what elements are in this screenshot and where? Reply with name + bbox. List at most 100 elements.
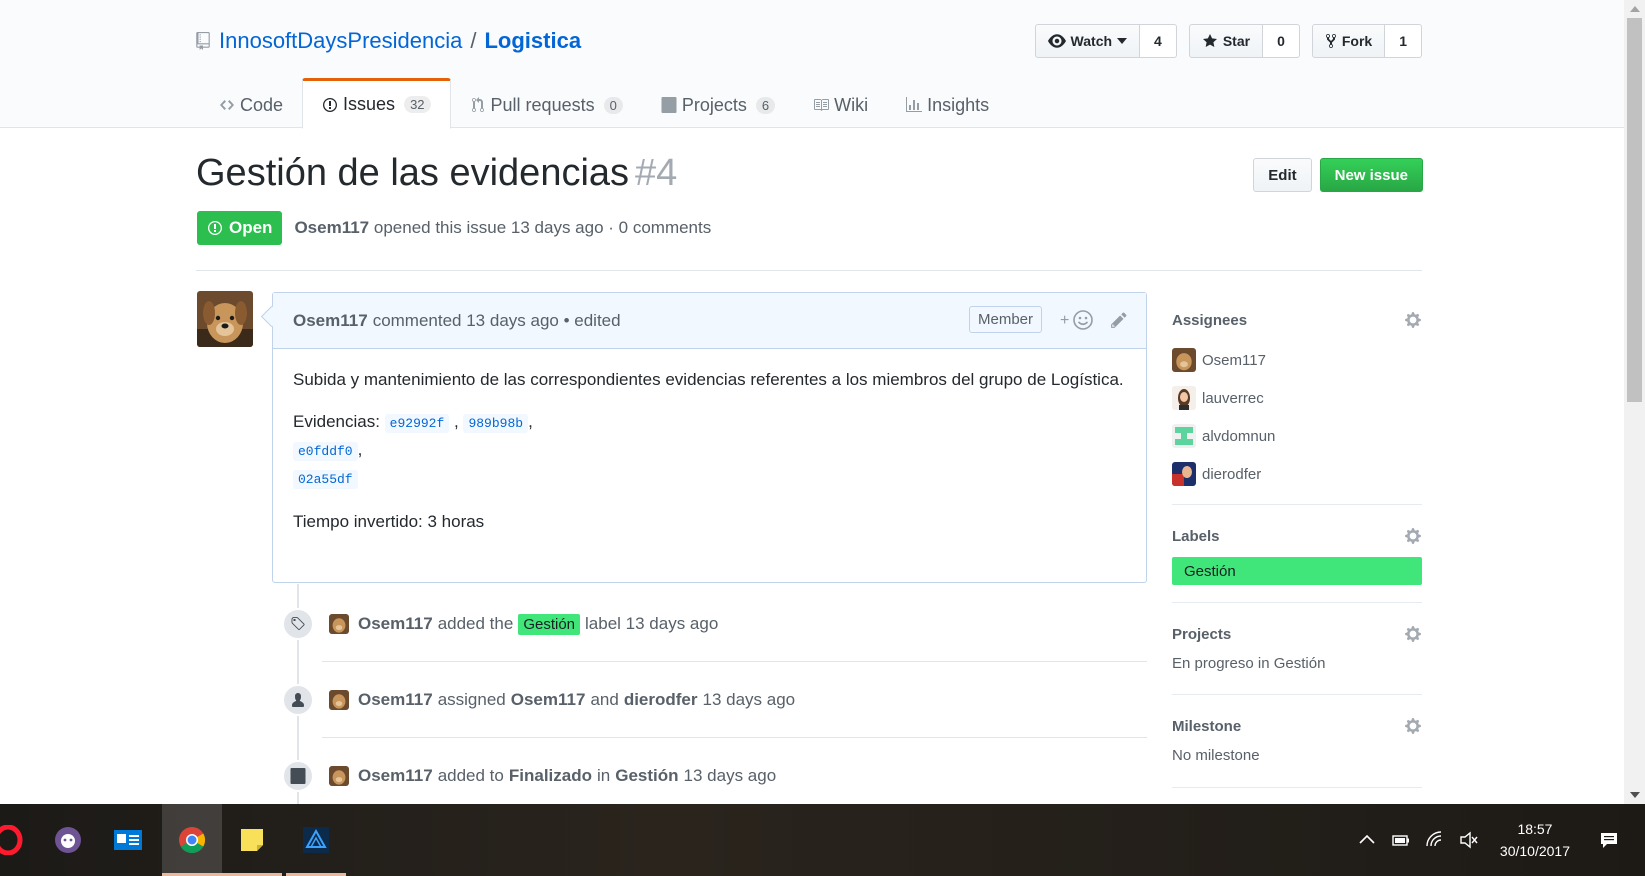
repo-icon: [196, 32, 210, 50]
assignee-name: lauverrec: [1202, 389, 1264, 407]
projects-heading: Projects: [1172, 625, 1422, 643]
assignee-item[interactable]: dierodfer: [1172, 455, 1422, 493]
watch-label: Watch: [1070, 33, 1113, 49]
avatar: [1172, 386, 1196, 410]
tab-code[interactable]: Code: [200, 78, 302, 129]
timeline-separator: [322, 661, 1147, 662]
commit-link[interactable]: 02a55df: [293, 468, 358, 489]
fork-count[interactable]: 1: [1385, 24, 1422, 58]
comment-header: Osem117 commented 13 days ago • edited M…: [273, 293, 1146, 349]
chevron-up-icon[interactable]: [1357, 830, 1377, 850]
assignee-item[interactable]: Osem117: [1172, 341, 1422, 379]
battery-icon[interactable]: [1391, 830, 1411, 850]
taskbar-opera[interactable]: [0, 804, 38, 876]
commit-link[interactable]: e0fddf0: [293, 440, 358, 461]
gear-icon[interactable]: [1404, 625, 1422, 643]
actor-link[interactable]: Osem117: [358, 766, 433, 786]
issue-opened-icon: [323, 97, 338, 112]
fork-group: Fork 1: [1311, 24, 1422, 58]
watch-group: Watch 4: [1034, 24, 1177, 58]
issue-author-link[interactable]: Osem117: [294, 218, 369, 237]
commit-link[interactable]: 989b98b: [463, 412, 529, 433]
pagehead-actions: Watch 4 Star 0 Fork 1: [1034, 24, 1422, 58]
tab-pull-requests[interactable]: Pull requests 0: [451, 78, 642, 129]
timeline-badge: [282, 760, 314, 792]
assignee-link[interactable]: dierodfer: [624, 690, 698, 710]
scroll-down-icon[interactable]: [1630, 792, 1640, 798]
sidebar-milestone: Milestone No milestone: [1172, 695, 1422, 788]
event-text: added the: [437, 614, 514, 633]
avatar[interactable]: [329, 614, 349, 634]
person-icon: [292, 693, 304, 707]
wifi-icon[interactable]: [1425, 830, 1445, 850]
tab-projects[interactable]: Projects 6: [642, 78, 794, 129]
taskbar-github-desktop[interactable]: [38, 804, 98, 876]
comment-paragraph: Subida y mantenimiento de las correspond…: [293, 370, 1124, 389]
assignee-link[interactable]: Osem117: [511, 690, 586, 710]
sidebar-projects: Projects En progreso in Gestión: [1172, 603, 1422, 695]
action-center-icon[interactable]: [1599, 830, 1619, 850]
actor-link[interactable]: Osem117: [358, 690, 433, 710]
repo-nav: Code Issues 32 Pull requests 0 Projects …: [200, 78, 1008, 129]
star-button[interactable]: Star: [1188, 24, 1264, 58]
svg-text:+: +: [1060, 312, 1069, 329]
chrome-icon: [179, 827, 206, 854]
taskbar-clock[interactable]: 18:57 30/10/2017: [1500, 818, 1570, 862]
taskbar-contacts[interactable]: [98, 804, 158, 876]
repo-owner-link[interactable]: InnosoftDaysPresidencia: [219, 28, 462, 54]
star-count[interactable]: 0: [1263, 24, 1300, 58]
pencil-icon[interactable]: [1110, 311, 1128, 329]
event-text: added to: [437, 766, 504, 785]
project-link[interactable]: Gestión: [615, 766, 678, 786]
assignee-item[interactable]: lauverrec: [1172, 379, 1422, 417]
label-gestion[interactable]: Gestión: [1172, 557, 1422, 585]
issues-counter: 32: [404, 96, 431, 113]
scroll-up-icon[interactable]: [1630, 6, 1640, 12]
gear-icon[interactable]: [1404, 311, 1422, 329]
event-time: 13 days ago: [702, 690, 796, 709]
graph-icon: [906, 97, 923, 112]
taskbar-sticky-notes[interactable]: [222, 804, 282, 876]
project-column-link[interactable]: Finalizado: [509, 766, 592, 786]
repo-name-link[interactable]: Logistica: [484, 28, 581, 54]
comment-meta[interactable]: commented 13 days ago • edited: [373, 311, 621, 331]
taskbar-chrome[interactable]: [162, 804, 222, 876]
code-icon: [220, 100, 234, 110]
fork-button[interactable]: Fork: [1311, 24, 1386, 58]
taskbar-app-blue[interactable]: [286, 804, 346, 876]
projects-counter: 6: [755, 96, 776, 114]
label-gestion[interactable]: Gestión: [518, 613, 581, 635]
commit-link[interactable]: e92992f: [384, 412, 450, 433]
star-icon: [1202, 34, 1217, 47]
watch-button[interactable]: Watch: [1034, 24, 1141, 58]
page-scrollbar[interactable]: [1624, 0, 1645, 804]
new-issue-button[interactable]: New issue: [1319, 158, 1423, 192]
avatar[interactable]: [329, 766, 349, 786]
tab-wiki[interactable]: Wiki: [794, 78, 887, 129]
actor-link[interactable]: Osem117: [358, 614, 433, 634]
watch-count[interactable]: 4: [1140, 24, 1177, 58]
assignee-item[interactable]: alvdomnun: [1172, 417, 1422, 455]
evidencias-paragraph: Evidencias: e92992f , 989b98b, e0fddf0, …: [293, 412, 533, 489]
edit-button[interactable]: Edit: [1253, 158, 1312, 192]
avatar[interactable]: [329, 690, 349, 710]
add-reaction-icon[interactable]: +: [1060, 309, 1096, 331]
avatar[interactable]: [197, 291, 253, 347]
gear-icon[interactable]: [1404, 527, 1422, 545]
status-badge: Open: [197, 211, 283, 245]
volume-muted-icon[interactable]: [1459, 830, 1479, 850]
tab-issues[interactable]: Issues 32: [302, 78, 451, 129]
project-value[interactable]: En progreso in Gestión: [1172, 655, 1422, 672]
assignee-name: alvdomnun: [1202, 427, 1276, 445]
repo-title: InnosoftDaysPresidencia / Logistica: [196, 28, 581, 54]
fork-label: Fork: [1341, 33, 1373, 49]
timeline-badge: [282, 608, 314, 640]
issue-sidebar: Assignees Osem117 lauverrec alvdomnun di…: [1172, 291, 1422, 788]
gear-icon[interactable]: [1404, 717, 1422, 735]
sidebar-assignees: Assignees Osem117 lauverrec alvdomnun di…: [1172, 291, 1422, 505]
milestone-heading-label: Milestone: [1172, 717, 1242, 735]
tab-code-label: Code: [240, 94, 284, 115]
tab-insights[interactable]: Insights: [887, 78, 1008, 129]
comment-author-link[interactable]: Osem117: [293, 311, 368, 331]
scroll-thumb[interactable]: [1627, 18, 1642, 402]
